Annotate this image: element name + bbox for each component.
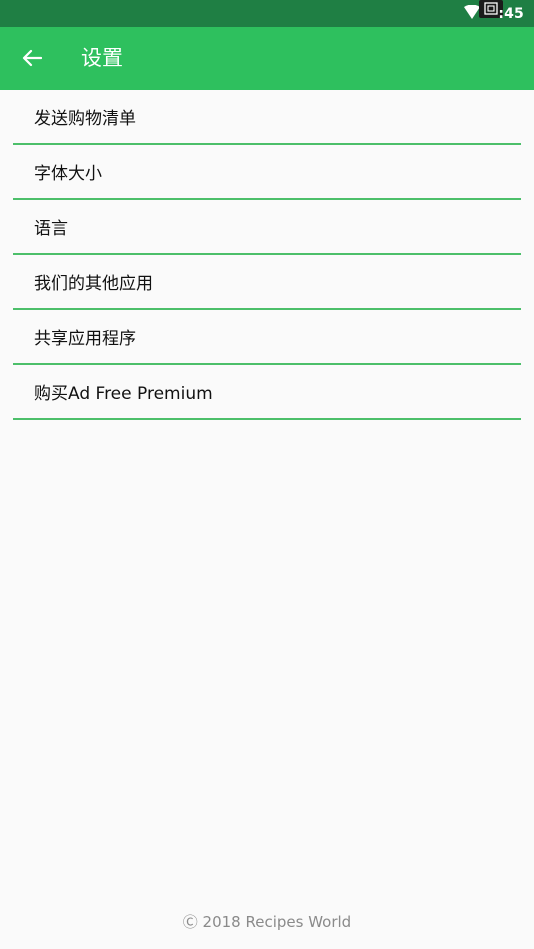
menu-item-label: 语言 [34,219,68,239]
back-button[interactable] [14,40,50,76]
settings-list: 发送购物清单 字体大小 语言 我们的其他应用 共享应用程序 购买Ad Free … [13,90,521,420]
page-title: 设置 [81,46,123,70]
status-clock: :45 [498,6,524,22]
menu-item-label: 发送购物清单 [34,109,136,129]
menu-item-other-apps[interactable]: 我们的其他应用 [13,255,521,310]
menu-item-send-shopping-list[interactable]: 发送购物清单 [13,90,521,145]
arrow-left-icon [22,49,42,67]
menu-item-share-app[interactable]: 共享应用程序 [13,310,521,365]
status-bar: :45 [0,0,534,27]
menu-item-label: 字体大小 [34,164,102,184]
menu-item-language[interactable]: 语言 [13,200,521,255]
menu-item-label: 我们的其他应用 [34,274,153,294]
menu-item-label: 共享应用程序 [34,329,136,349]
wifi-icon [464,5,480,19]
menu-item-font-size[interactable]: 字体大小 [13,145,521,200]
menu-item-buy-premium[interactable]: 购买Ad Free Premium [13,365,521,420]
copyright-footer: Ⓒ 2018 Recipes World [182,913,352,931]
app-bar: 设置 [0,27,534,90]
menu-item-label: 购买Ad Free Premium [34,384,213,404]
